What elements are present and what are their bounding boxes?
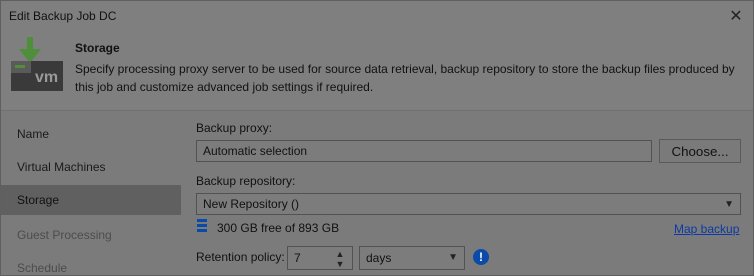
retention-unit-value: days <box>366 251 392 265</box>
wizard-sidebar: Name Virtual Machines Storage Guest Proc… <box>1 111 181 275</box>
sidebar-item-label: Schedule <box>17 261 68 275</box>
choose-proxy-button[interactable]: Choose... <box>659 139 741 163</box>
wizard-header: vm Storage Specify processing proxy serv… <box>1 31 753 110</box>
backup-proxy-input[interactable]: Automatic selection <box>196 140 652 162</box>
sidebar-item-schedule[interactable]: Schedule <box>1 253 181 275</box>
backup-repository-value: New Repository () <box>203 197 300 211</box>
close-icon[interactable]: ✕ <box>727 7 745 25</box>
header-title: Storage <box>75 41 120 55</box>
window-title: Edit Backup Job DC <box>9 9 117 23</box>
database-icon <box>197 219 207 232</box>
storage-settings: Backup proxy: Automatic selection Choose… <box>181 111 753 275</box>
backup-proxy-label: Backup proxy: <box>196 121 273 135</box>
retention-stepper[interactable]: ▲ ▼ <box>330 247 350 271</box>
repository-free-space: 300 GB free of 893 GB <box>217 221 340 235</box>
sidebar-item-label: Guest Processing <box>17 228 112 242</box>
retention-unit-select[interactable]: days ▼ <box>359 246 465 270</box>
sidebar-item-label: Virtual Machines <box>17 160 106 174</box>
sidebar-item-label: Name <box>17 127 50 141</box>
backup-repository-select[interactable]: New Repository () ▼ <box>196 193 741 215</box>
backup-repository-label: Backup repository: <box>196 174 296 188</box>
sidebar-item-storage[interactable]: Storage <box>1 185 181 215</box>
retention-policy-label: Retention policy: <box>196 250 285 264</box>
chevron-down-icon: ▼ <box>724 199 734 210</box>
sidebar-item-guest-processing[interactable]: Guest Processing <box>1 220 181 250</box>
backup-proxy-value: Automatic selection <box>203 144 308 158</box>
info-icon[interactable]: ! <box>473 249 489 265</box>
sidebar-item-name[interactable]: Name <box>1 119 181 149</box>
storage-vm-icon: vm <box>11 37 63 91</box>
chevron-down-icon: ▼ <box>448 252 458 263</box>
window-titlebar: Edit Backup Job DC ✕ <box>1 1 753 31</box>
map-backup-link[interactable]: Map backup <box>674 222 739 236</box>
chevron-down-icon[interactable]: ▼ <box>336 259 345 269</box>
retention-value-input[interactable]: 7 ▲ ▼ <box>287 246 353 270</box>
retention-value: 7 <box>294 251 301 265</box>
sidebar-item-virtual-machines[interactable]: Virtual Machines <box>1 152 181 182</box>
sidebar-item-label: Storage <box>17 193 60 207</box>
svg-text:vm: vm <box>35 69 58 86</box>
chevron-up-icon[interactable]: ▲ <box>336 249 345 259</box>
edit-backup-job-window: Edit Backup Job DC ✕ vm Storage Specify … <box>0 0 754 276</box>
header-description: Specify processing proxy server to be us… <box>75 62 735 94</box>
